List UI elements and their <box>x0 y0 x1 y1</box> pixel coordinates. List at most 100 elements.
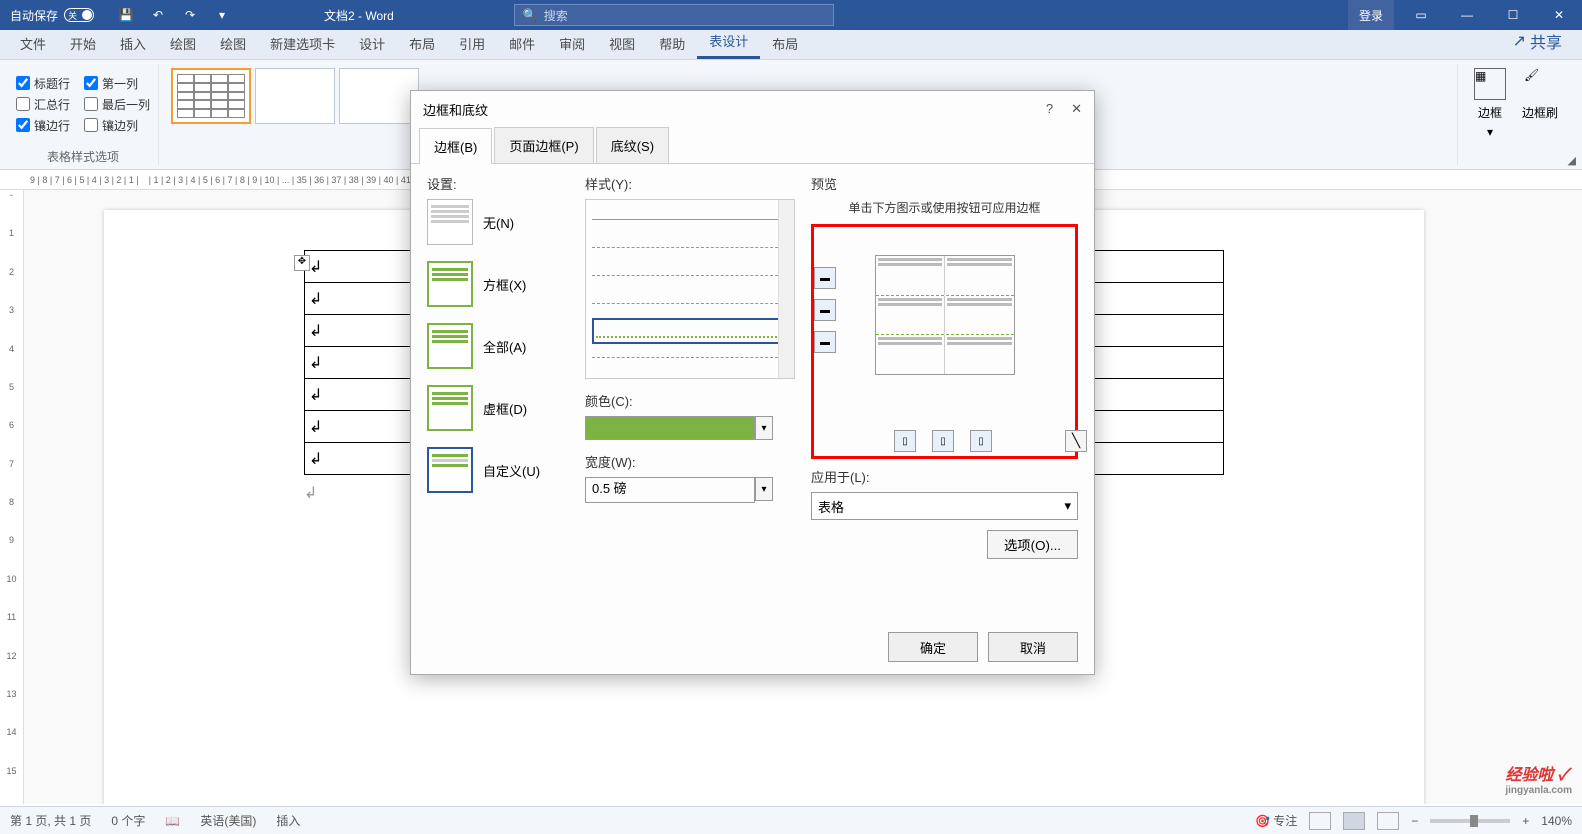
share-button[interactable]: ↗ 共享 <box>1501 23 1574 59</box>
dialog-tab-shading[interactable]: 底纹(S) <box>596 127 669 163</box>
settings-label: 设置: <box>427 174 577 193</box>
ribbon-tabs: 文件 开始 插入 绘图 绘图 新建选项卡 设计 布局 引用 邮件 审阅 视图 帮… <box>0 30 1582 60</box>
apply-label: 应用于(L): <box>811 467 1078 486</box>
dialog-close-icon[interactable]: ✕ <box>1071 101 1082 117</box>
setting-box[interactable]: 方框(X) <box>427 261 577 307</box>
dialog-title: 边框和底纹 <box>423 100 488 119</box>
width-label: 宽度(W): <box>585 452 795 471</box>
focus-mode[interactable]: 🎯 专注 <box>1255 812 1297 829</box>
search-icon: 🔍 <box>523 8 538 22</box>
borders-shading-dialog: 边框和底纹 ? ✕ 边框(B) 页面边框(P) 底纹(S) 设置: 无(N) 方… <box>410 90 1095 675</box>
tab-table-design[interactable]: 表设计 <box>697 25 760 59</box>
border-right-btn[interactable]: ▯ <box>970 430 992 452</box>
options-button[interactable]: 选项(O)... <box>987 530 1078 559</box>
chk-header-row[interactable]: 标题行 <box>16 75 70 92</box>
view-read-icon[interactable] <box>1309 812 1331 830</box>
qat-dropdown-icon[interactable]: ▾ <box>210 3 234 27</box>
status-bar: 第 1 页, 共 1 页 0 个字 📖 英语(美国) 插入 🎯 专注 − + 1… <box>0 806 1582 834</box>
spell-check-icon[interactable]: 📖 <box>165 814 180 828</box>
style-label: 样式(Y): <box>585 174 795 193</box>
table-move-handle[interactable]: ✥ <box>294 255 310 271</box>
ok-button[interactable]: 确定 <box>888 632 978 662</box>
style-thumb-3[interactable] <box>339 68 419 124</box>
setting-custom[interactable]: 自定义(U) <box>427 447 577 493</box>
setting-grid[interactable]: 虚框(D) <box>427 385 577 431</box>
minimize-icon[interactable]: — <box>1444 0 1490 30</box>
color-dropdown[interactable]: ▾ <box>755 416 773 440</box>
autosave-toggle[interactable]: 关 <box>64 8 94 22</box>
borders-button[interactable]: ▦ 边框 ▾ <box>1466 64 1514 143</box>
undo-icon[interactable]: ↶ <box>146 3 170 27</box>
setting-none[interactable]: 无(N) <box>427 199 577 245</box>
zoom-out-icon[interactable]: − <box>1411 814 1418 828</box>
chk-first-column[interactable]: 第一列 <box>84 75 138 92</box>
watermark: 经验啦 ✓ jingyanla.com <box>1505 761 1572 796</box>
border-top-btn[interactable]: ▬ <box>814 267 836 289</box>
zoom-in-icon[interactable]: + <box>1522 814 1529 828</box>
tab-draw[interactable]: 绘图 <box>158 28 208 59</box>
redo-icon[interactable]: ↷ <box>178 3 202 27</box>
border-bottom-btn[interactable]: ▬ <box>814 331 836 353</box>
color-label: 颜色(C): <box>585 391 795 410</box>
tab-view[interactable]: 视图 <box>597 28 647 59</box>
tab-references[interactable]: 引用 <box>447 28 497 59</box>
width-dropdown[interactable]: ▾ <box>755 477 773 501</box>
group-table-style-options: 表格样式选项 <box>16 144 150 165</box>
document-title: 文档2 - Word <box>324 7 394 24</box>
cancel-button[interactable]: 取消 <box>988 632 1078 662</box>
language-status[interactable]: 英语(美国) <box>200 812 256 829</box>
setting-all[interactable]: 全部(A) <box>427 323 577 369</box>
view-web-icon[interactable] <box>1377 812 1399 830</box>
style-thumb-1[interactable] <box>171 68 251 124</box>
insert-mode[interactable]: 插入 <box>276 812 300 829</box>
preview-grid[interactable] <box>875 255 1015 375</box>
zoom-slider[interactable] <box>1430 819 1510 823</box>
search-placeholder: 搜索 <box>544 7 568 24</box>
tab-insert[interactable]: 插入 <box>108 28 158 59</box>
tab-mailings[interactable]: 邮件 <box>497 28 547 59</box>
border-painter-button[interactable]: 🖌 边框刷 <box>1514 64 1566 143</box>
preview-hint: 单击下方图示或使用按钮可应用边框 <box>811 199 1078 216</box>
chk-total-row[interactable]: 汇总行 <box>16 96 70 113</box>
color-swatch[interactable] <box>585 416 755 440</box>
dialog-tab-page-border[interactable]: 页面边框(P) <box>494 127 593 163</box>
border-painter-icon: 🖌 <box>1524 68 1556 100</box>
view-print-icon[interactable] <box>1343 812 1365 830</box>
border-left-btn[interactable]: ▯ <box>894 430 916 452</box>
search-box[interactable]: 🔍 搜索 <box>514 4 834 26</box>
chevron-down-icon: ▾ <box>1064 498 1071 514</box>
chk-banded-rows[interactable]: 镶边行 <box>16 117 70 134</box>
page-status[interactable]: 第 1 页, 共 1 页 <box>10 812 91 829</box>
chk-last-column[interactable]: 最后一列 <box>84 96 150 113</box>
autosave-label: 自动保存 <box>10 7 58 24</box>
word-count[interactable]: 0 个字 <box>111 812 145 829</box>
zoom-level[interactable]: 140% <box>1541 814 1572 828</box>
tab-help[interactable]: 帮助 <box>647 28 697 59</box>
tab-newtab[interactable]: 新建选项卡 <box>258 28 347 59</box>
tab-design[interactable]: 设计 <box>347 28 397 59</box>
tab-draw2[interactable]: 绘图 <box>208 28 258 59</box>
share-label: 共享 <box>1530 29 1562 53</box>
chk-banded-cols[interactable]: 镶边列 <box>84 117 138 134</box>
tab-home[interactable]: 开始 <box>58 28 108 59</box>
ribbon-options-icon[interactable]: ▭ <box>1398 0 1444 30</box>
apply-to-select[interactable]: 表格▾ <box>811 492 1078 520</box>
chevron-down-icon: ▾ <box>1487 125 1493 139</box>
dialog-help-icon[interactable]: ? <box>1046 101 1053 117</box>
dialog-launcher-icon[interactable]: ◢ <box>1568 154 1576 167</box>
tab-review[interactable]: 审阅 <box>547 28 597 59</box>
login-button[interactable]: 登录 <box>1348 0 1394 30</box>
border-mid-h-btn[interactable]: ▬ <box>814 299 836 321</box>
tab-layout[interactable]: 布局 <box>397 28 447 59</box>
tab-layout2[interactable]: 布局 <box>760 28 810 59</box>
style-scrollbar[interactable] <box>778 200 794 378</box>
save-icon[interactable]: 💾 <box>114 3 138 27</box>
border-mid-v-btn[interactable]: ▯ <box>932 430 954 452</box>
style-list[interactable] <box>585 199 795 379</box>
style-thumb-2[interactable] <box>255 68 335 124</box>
tab-file[interactable]: 文件 <box>8 28 58 59</box>
preview-box: ▬ ▬ ▬ ▯ ▯ ▯ ╲ <box>811 224 1078 459</box>
width-input[interactable]: 0.5 磅 <box>585 477 755 503</box>
dialog-tab-borders[interactable]: 边框(B) <box>419 128 492 164</box>
border-diag-btn[interactable]: ╲ <box>1065 430 1087 452</box>
